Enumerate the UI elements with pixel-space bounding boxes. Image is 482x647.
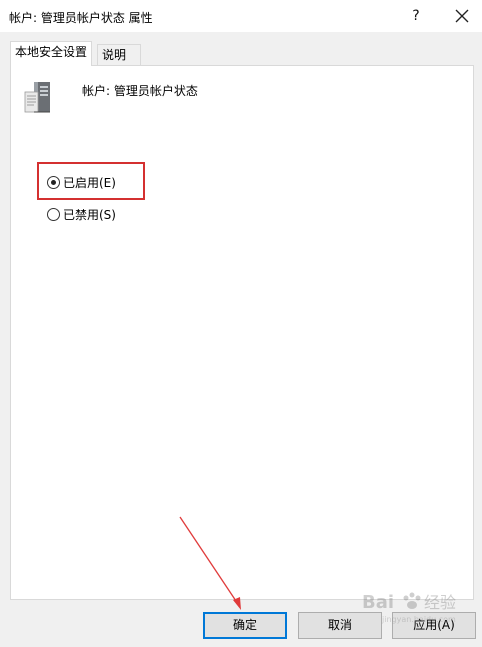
svg-text:经验: 经验	[424, 593, 456, 612]
tab-strip: 本地安全设置 说明	[0, 32, 482, 66]
tab-explain[interactable]: 说明	[97, 44, 141, 66]
baidu-watermark: Bai 经验 jingyan.baidu.com	[362, 586, 472, 626]
radio-checked-icon[interactable]	[47, 175, 60, 189]
title-bar: 帐户: 管理员帐户状态 属性 ?	[0, 0, 482, 32]
window-title: 帐户: 管理员帐户状态 属性	[9, 11, 153, 25]
radio-enabled[interactable]: 已启用(E)	[47, 173, 116, 191]
close-button[interactable]	[450, 5, 474, 27]
server-policy-icon	[24, 82, 50, 113]
close-icon	[455, 9, 469, 23]
radio-enabled-label: 已启用(E)	[63, 175, 116, 190]
tab-label: 说明	[102, 48, 127, 62]
help-icon: ?	[412, 8, 420, 24]
settings-panel: 帐户: 管理员帐户状态 已启用(E) 已禁用(S)	[10, 65, 474, 600]
tab-label: 本地安全设置	[15, 45, 88, 59]
svg-text:Bai: Bai	[362, 592, 394, 613]
radio-disabled[interactable]: 已禁用(S)	[47, 205, 116, 223]
help-button[interactable]: ?	[404, 5, 428, 27]
tab-local-security-setting[interactable]: 本地安全设置	[10, 41, 93, 66]
ok-button[interactable]: 确定	[203, 612, 287, 639]
policy-name: 帐户: 管理员帐户状态	[82, 84, 198, 98]
baidu-paw-logo: Bai 经验 jingyan.baidu.com	[362, 592, 456, 624]
radio-unchecked-icon[interactable]	[47, 207, 60, 221]
svg-text:jingyan.baidu.com: jingyan.baidu.com	[381, 615, 456, 624]
radio-disabled-label: 已禁用(S)	[63, 207, 116, 222]
